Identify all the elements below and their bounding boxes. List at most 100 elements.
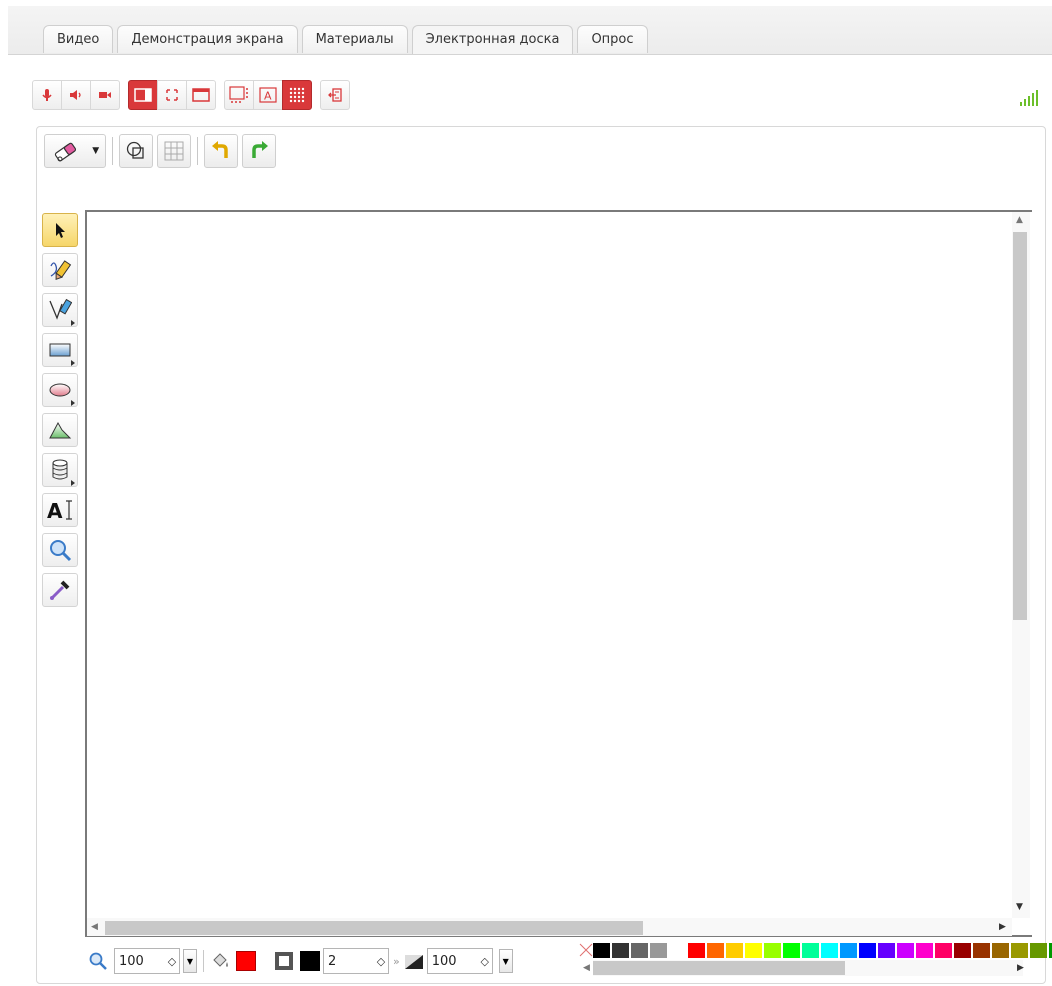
speaker-button[interactable] bbox=[61, 80, 91, 110]
pen-tool-button[interactable] bbox=[42, 253, 78, 287]
grid-toggle-button[interactable] bbox=[157, 134, 191, 168]
text-layout-button[interactable]: A bbox=[253, 80, 283, 110]
fill-color-swatch[interactable] bbox=[236, 951, 256, 971]
palette-swatch[interactable] bbox=[745, 943, 762, 958]
palette-swatch[interactable] bbox=[954, 943, 971, 958]
palette-swatch[interactable] bbox=[650, 943, 667, 958]
tab-screen-share[interactable]: Демонстрация экрана bbox=[117, 25, 298, 53]
fullscreen-button[interactable] bbox=[157, 80, 187, 110]
shapes-overlay-icon bbox=[126, 141, 144, 159]
palette-swatch[interactable] bbox=[859, 943, 876, 958]
polygon-tool-button[interactable] bbox=[42, 413, 78, 447]
palette-swatch[interactable] bbox=[916, 943, 933, 958]
opacity-dropdown-button[interactable]: ▼ bbox=[498, 949, 513, 973]
marker-tool-button[interactable] bbox=[42, 293, 78, 327]
stepper-arrows-icon[interactable]: ◇ bbox=[374, 955, 388, 968]
window-button[interactable] bbox=[186, 80, 216, 110]
palette-scrollbar[interactable]: ◀ ▶ bbox=[583, 960, 1024, 976]
palette-swatch[interactable] bbox=[992, 943, 1009, 958]
rectangle-tool-button[interactable] bbox=[42, 333, 78, 367]
scroll-up-arrow-icon[interactable]: ▲ bbox=[1016, 215, 1023, 225]
toolbar-separator bbox=[112, 137, 113, 165]
palette-swatch[interactable] bbox=[707, 943, 724, 958]
chevron-down-icon: ▼ bbox=[502, 956, 509, 966]
palette-swatch[interactable] bbox=[726, 943, 743, 958]
palette-swatches bbox=[593, 943, 1052, 958]
view-controls: A bbox=[224, 80, 312, 110]
pointer-tool-button[interactable] bbox=[42, 213, 78, 247]
canvas-horizontal-scrollbar[interactable]: ◀ ▶ bbox=[87, 918, 1012, 936]
canvas-vertical-scrollbar[interactable]: ▲ ▼ bbox=[1012, 212, 1030, 918]
zoom-tool-button[interactable] bbox=[42, 533, 78, 567]
grid-layout-button[interactable] bbox=[282, 80, 312, 110]
chevron-down-icon: ▼ bbox=[186, 956, 194, 966]
marker-icon bbox=[49, 298, 72, 320]
palette-swatch[interactable] bbox=[612, 943, 629, 958]
drawing-canvas[interactable] bbox=[85, 210, 1032, 937]
palette-swatch[interactable] bbox=[669, 943, 686, 958]
scroll-right-arrow-icon[interactable]: ▶ bbox=[999, 922, 1006, 932]
palette-swatch[interactable] bbox=[631, 943, 648, 958]
pointer-icon bbox=[56, 223, 65, 238]
opacity-stepper[interactable]: 100 ◇ bbox=[426, 948, 493, 974]
ellipse-tool-button[interactable] bbox=[42, 373, 78, 407]
scroll-left-arrow-icon[interactable]: ◀ bbox=[91, 922, 98, 932]
zoom-stepper[interactable]: 100 ◇ bbox=[114, 948, 180, 974]
rectangle-icon bbox=[49, 343, 71, 357]
text-tool-button[interactable]: A bbox=[42, 493, 78, 527]
signal-strength-icon bbox=[1020, 88, 1038, 106]
stroke-style-icon bbox=[275, 952, 293, 970]
eyedropper-tool-button[interactable] bbox=[42, 573, 78, 607]
camera-button[interactable] bbox=[90, 80, 120, 110]
palette-swatch[interactable] bbox=[802, 943, 819, 958]
horizontal-scroll-thumb[interactable] bbox=[105, 921, 643, 935]
stroke-width-stepper[interactable]: 2 ◇ bbox=[323, 948, 389, 974]
zoom-dropdown-button[interactable]: ▼ bbox=[183, 949, 197, 973]
palette-swatch[interactable] bbox=[821, 943, 838, 958]
palette-swatch[interactable] bbox=[1030, 943, 1047, 958]
scroll-down-arrow-icon[interactable]: ▼ bbox=[1016, 902, 1023, 912]
speaker-icon bbox=[70, 90, 81, 100]
palette-swatch[interactable] bbox=[973, 943, 990, 958]
palette-swatch[interactable] bbox=[593, 943, 610, 958]
scroll-left-arrow-icon[interactable]: ◀ bbox=[583, 963, 590, 973]
vertical-scroll-thumb[interactable] bbox=[1013, 232, 1027, 620]
eyedropper-icon bbox=[50, 580, 70, 600]
stroke-color-swatch[interactable] bbox=[300, 951, 320, 971]
palette-swatch[interactable] bbox=[878, 943, 895, 958]
zoom-level-icon bbox=[89, 952, 107, 970]
polygon-icon bbox=[49, 421, 72, 439]
stepper-arrows-icon[interactable]: ◇ bbox=[478, 955, 492, 968]
tab-video[interactable]: Видео bbox=[43, 25, 114, 53]
palette-swatch[interactable] bbox=[764, 943, 781, 958]
palette-swatch[interactable] bbox=[688, 943, 705, 958]
palette-swatch[interactable] bbox=[1011, 943, 1028, 958]
tab-whiteboard[interactable]: Электронная доска bbox=[411, 25, 574, 54]
layout-sidebar-button[interactable] bbox=[128, 80, 158, 110]
thumbnails-button[interactable] bbox=[224, 80, 254, 110]
palette-swatch[interactable] bbox=[783, 943, 800, 958]
no-color-icon[interactable] bbox=[579, 943, 593, 957]
svg-text:A: A bbox=[264, 90, 272, 103]
palette-swatch[interactable] bbox=[840, 943, 857, 958]
exit-button[interactable] bbox=[320, 80, 350, 110]
shapes-overlay-button[interactable] bbox=[119, 134, 153, 168]
palette-swatch[interactable] bbox=[897, 943, 914, 958]
redo-button[interactable] bbox=[242, 134, 276, 168]
camera-icon bbox=[99, 92, 111, 98]
tab-poll[interactable]: Опрос bbox=[577, 25, 648, 53]
palette-swatch[interactable] bbox=[935, 943, 952, 958]
microphone-button[interactable] bbox=[32, 80, 62, 110]
media-toolbar: A bbox=[32, 80, 350, 110]
undo-button[interactable] bbox=[204, 134, 238, 168]
whiteboard-left-toolbar: A bbox=[42, 213, 78, 607]
stepper-arrows-icon[interactable]: ◇ bbox=[165, 955, 179, 968]
palette-scroll-thumb[interactable] bbox=[593, 961, 845, 975]
tab-materials[interactable]: Материалы bbox=[301, 25, 408, 53]
whiteboard-bottom-toolbar: 100 ◇ ▼ 2 ◇ » 100 ◇ ▼ bbox=[88, 946, 513, 976]
cylinder-tool-button[interactable] bbox=[42, 453, 78, 487]
scroll-right-arrow-icon[interactable]: ▶ bbox=[1017, 963, 1024, 973]
grid-icon bbox=[164, 141, 184, 161]
eraser-icon bbox=[54, 142, 76, 162]
eraser-dropdown-button[interactable]: ▼ bbox=[44, 134, 106, 168]
